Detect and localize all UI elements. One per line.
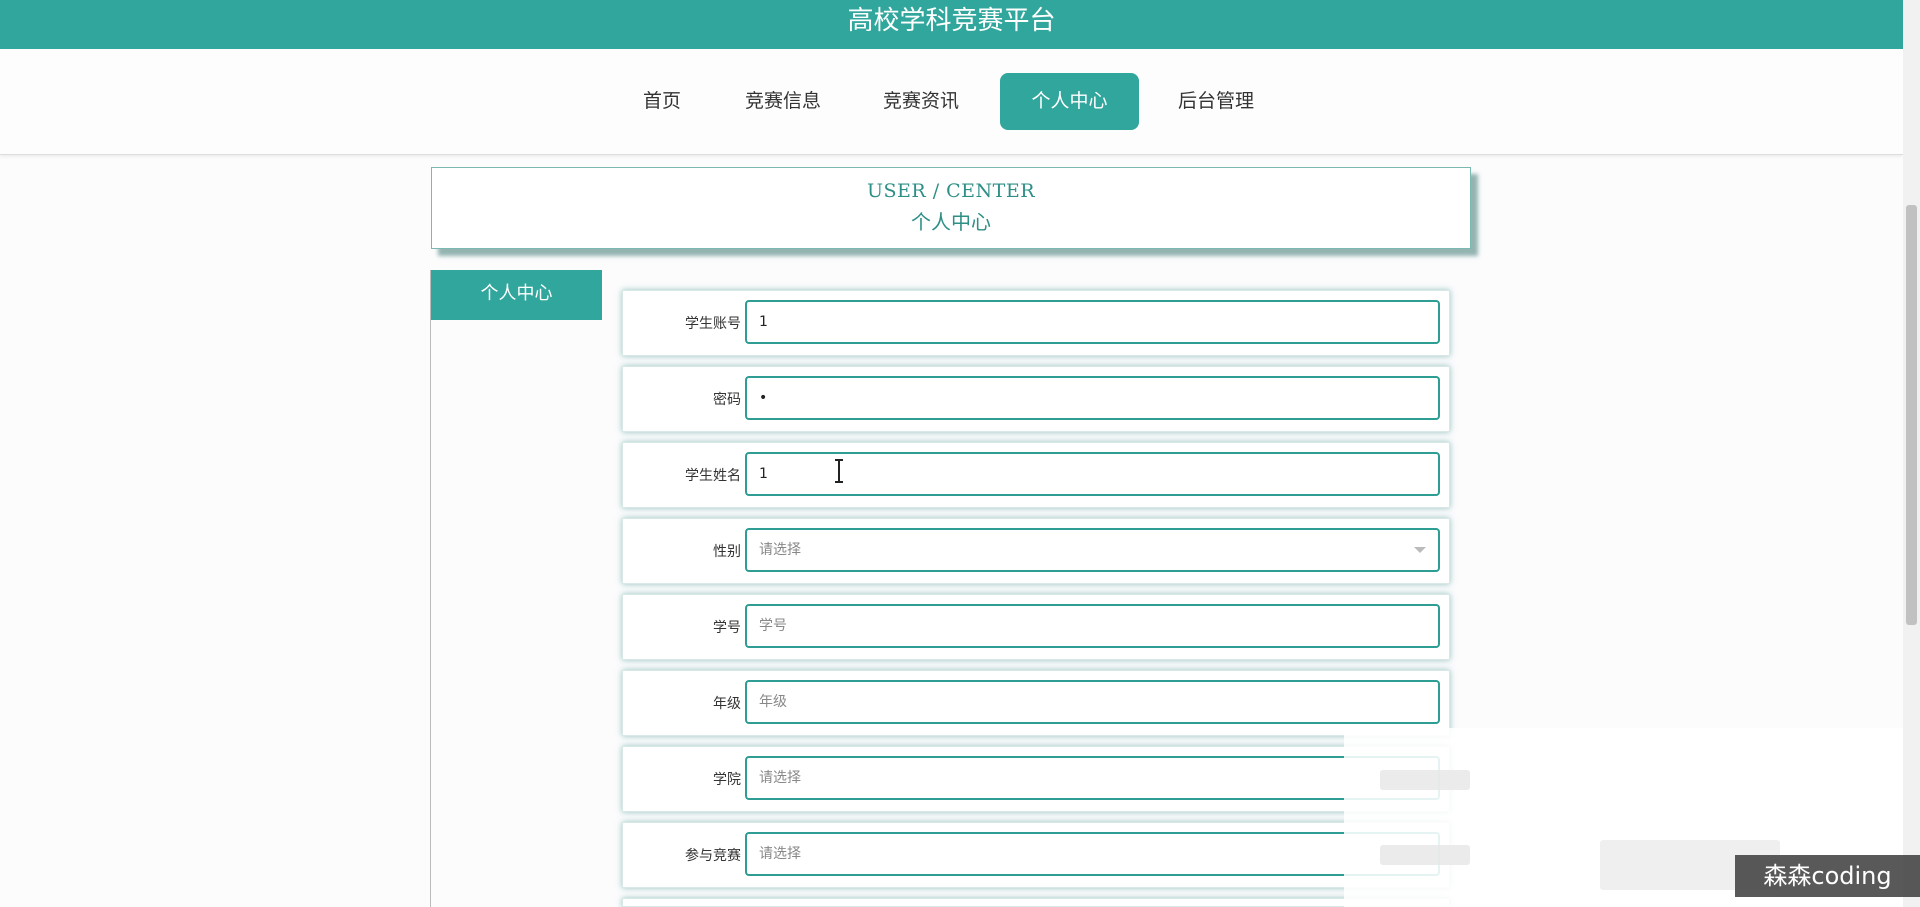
gender-select-value: 请选择 [759,542,801,558]
label-student-account: 学生账号 [685,316,741,332]
main-nav: 首页 竞赛信息 竞赛资讯 个人中心 后台管理 [0,49,1903,155]
sidebar: 个人中心 [430,270,602,907]
student-name-input[interactable]: 1 [745,452,1440,496]
chevron-down-icon [1414,547,1426,553]
text-cursor-icon [835,459,843,483]
student-account-input[interactable]: 1 [745,300,1440,344]
section-title-cn: 个人中心 [911,210,991,234]
label-student-no: 学号 [713,620,741,636]
site-title: 高校学科竞赛平台 [0,0,1903,49]
form-row-gender: 性别 请选择 [622,518,1450,584]
nav-admin[interactable]: 后台管理 [1167,73,1265,130]
form-row-password: 密码 • [622,366,1450,432]
label-student-name: 学生姓名 [685,468,741,484]
form-row-college: 学院 请选择 [622,746,1450,812]
section-header: USER / CENTER 个人中心 [431,167,1471,249]
section-title-en: USER / CENTER [866,180,1036,202]
form-row-account: 学生账号 1 [622,290,1450,356]
overlay-block [1380,845,1470,865]
gender-select[interactable]: 请选择 [745,528,1440,572]
label-competition: 参与竞赛 [685,848,741,864]
password-input[interactable]: • [745,376,1440,420]
college-select[interactable]: 请选择 [745,756,1440,800]
grade-input[interactable]: 年级 [745,680,1440,724]
form-row-next [622,898,1450,907]
student-no-input[interactable]: 学号 [745,604,1440,648]
page: 高校学科竞赛平台 首页 竞赛信息 竞赛资讯 个人中心 后台管理 USER / C… [0,0,1920,907]
nav-personal-center[interactable]: 个人中心 [1000,73,1139,130]
sidebar-item-personal-center[interactable]: 个人中心 [431,270,602,320]
nav-competition-info[interactable]: 竞赛信息 [735,73,831,130]
label-grade: 年级 [713,696,741,712]
nav-home[interactable]: 首页 [630,73,694,130]
form-row-student-no: 学号 学号 [622,594,1450,660]
label-college: 学院 [713,772,741,788]
label-gender: 性别 [713,544,741,560]
form-row-competition: 参与竞赛 请选择 [622,822,1450,888]
watermark: 森森coding [1735,855,1920,897]
form-row-name: 学生姓名 1 [622,442,1450,508]
nav-competition-news[interactable]: 竞赛资讯 [873,73,969,130]
label-password: 密码 [713,392,741,408]
competition-select[interactable]: 请选择 [745,832,1440,876]
form-row-grade: 年级 年级 [622,670,1450,736]
overlay-block [1380,770,1470,790]
scrollbar-thumb[interactable] [1906,205,1917,625]
